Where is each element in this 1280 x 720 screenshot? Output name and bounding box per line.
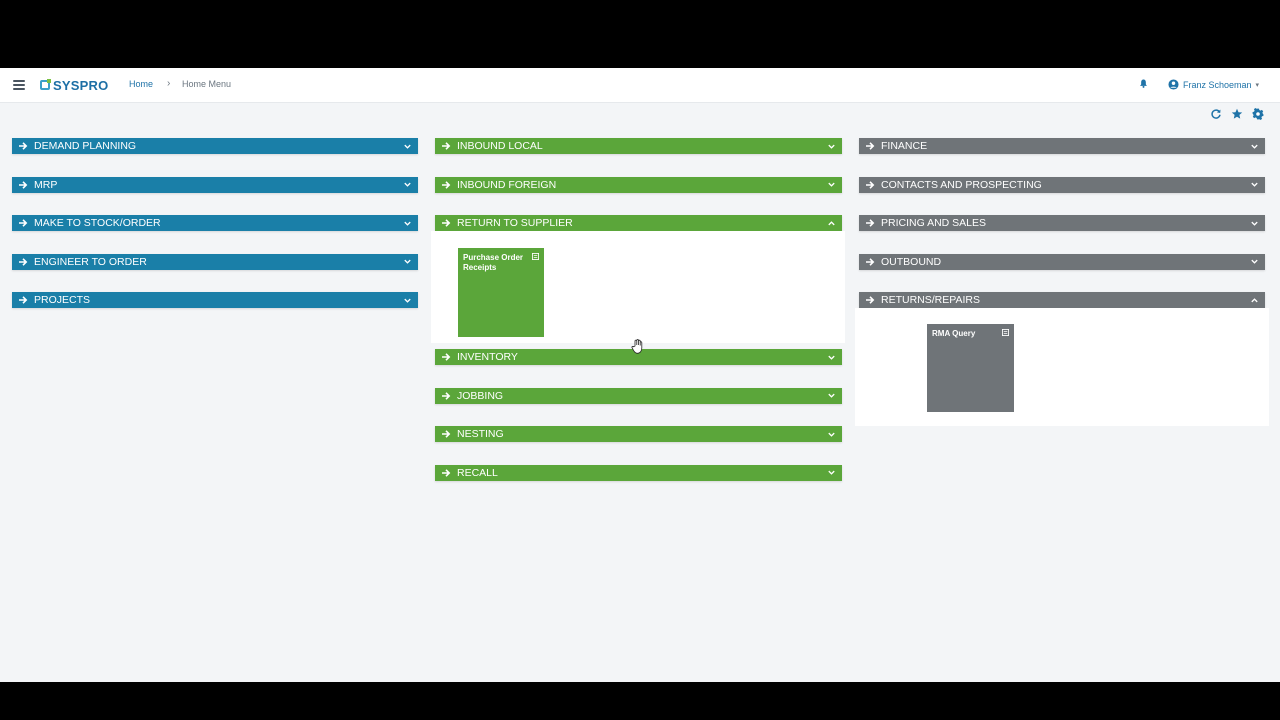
arrow-right-icon <box>442 142 451 150</box>
menu-inbound-foreign[interactable]: INBOUND FOREIGN <box>435 176 842 193</box>
menu-returns-repairs[interactable]: RETURNS/REPAIRS <box>859 292 1265 308</box>
chevron-down-icon[interactable] <box>403 142 412 151</box>
user-name: Franz Schoeman <box>1183 79 1252 90</box>
arrow-right-icon <box>442 180 451 189</box>
arrow-right-icon <box>19 142 28 150</box>
bell-icon[interactable] <box>1139 79 1148 88</box>
tile-title: RMA Query <box>932 329 976 338</box>
menu-label: INBOUND LOCAL <box>457 140 543 152</box>
menu-mrp[interactable]: MRP <box>12 176 418 193</box>
chevron-down-icon[interactable] <box>827 142 836 151</box>
star-icon[interactable] <box>1231 108 1243 120</box>
menu-pricing-and-sales[interactable]: PRICING AND SALES <box>859 215 1265 231</box>
arrow-right-icon <box>866 180 875 189</box>
syspro-logo[interactable]: SYSPRO <box>40 77 108 93</box>
gear-icon[interactable] <box>1252 108 1264 120</box>
menu-label: RETURNS/REPAIRS <box>881 294 980 306</box>
arrow-right-icon <box>19 219 28 227</box>
menu-contacts-and-prospecting[interactable]: CONTACTS AND PROSPECTING <box>859 176 1265 193</box>
chevron-down-icon[interactable] <box>1250 142 1259 151</box>
column-left: DEMAND PLANNING MRP MAKE TO STOCK/ORDER … <box>12 138 418 331</box>
arrow-right-icon <box>442 353 451 361</box>
breadcrumb-current: Home Menu <box>182 79 232 89</box>
arrow-right-icon <box>19 180 28 189</box>
chevron-down-icon[interactable] <box>827 391 836 400</box>
arrow-right-icon <box>866 296 875 304</box>
chevron-down-icon[interactable] <box>403 296 412 305</box>
column-middle: INBOUND LOCAL INBOUND FOREIGN RETURN TO … <box>431 138 845 503</box>
chevron-down-icon[interactable] <box>403 219 412 228</box>
menu-label: NESTING <box>457 428 504 440</box>
returns-repairs-panel: RMA Query <box>855 308 1269 426</box>
arrow-right-icon <box>442 219 451 227</box>
program-icon <box>532 253 539 260</box>
arrow-right-icon <box>442 468 451 477</box>
menu-demand-planning[interactable]: DEMAND PLANNING <box>12 138 418 154</box>
menu-label: MRP <box>34 178 58 191</box>
app-window: SYSPRO Home › Home Menu Franz Schoeman ▾ <box>0 68 1280 682</box>
arrow-right-icon <box>19 296 28 304</box>
menu-label: INBOUND FOREIGN <box>457 178 557 191</box>
logo-mark-icon <box>40 79 51 90</box>
menu-inbound-local[interactable]: INBOUND LOCAL <box>435 138 842 154</box>
chevron-up-icon[interactable] <box>1250 296 1259 305</box>
chevron-down-icon[interactable] <box>403 180 412 189</box>
arrow-right-icon <box>442 391 451 400</box>
chevron-up-icon[interactable] <box>827 219 836 228</box>
chevron-down-icon[interactable] <box>1250 180 1259 189</box>
menu-label: MAKE TO STOCK/ORDER <box>34 217 161 229</box>
column-right: FINANCE CONTACTS AND PROSPECTING PRICING… <box>855 138 1269 432</box>
menu-finance[interactable]: FINANCE <box>859 138 1265 154</box>
hand-cursor-icon <box>631 339 643 354</box>
arrow-right-icon <box>866 142 875 150</box>
menu-projects[interactable]: PROJECTS <box>12 292 418 308</box>
menu-label: FINANCE <box>881 140 928 152</box>
menu-label: DEMAND PLANNING <box>34 140 137 152</box>
menu-label: RETURN TO SUPPLIER <box>457 217 573 229</box>
user-menu[interactable]: Franz Schoeman ▾ <box>1168 79 1259 90</box>
menu-outbound[interactable]: OUTBOUND <box>859 253 1265 270</box>
chevron-down-icon[interactable] <box>827 468 836 477</box>
chevron-down-icon[interactable] <box>827 430 836 439</box>
menu-label: RECALL <box>457 466 498 479</box>
arrow-right-icon <box>442 430 451 438</box>
menu-nesting[interactable]: NESTING <box>435 426 842 442</box>
chevron-down-icon[interactable] <box>827 180 836 189</box>
breadcrumb-home[interactable]: Home <box>129 79 153 89</box>
page-toolbar <box>1210 108 1264 120</box>
menu-recall[interactable]: RECALL <box>435 464 842 481</box>
top-bar: SYSPRO Home › Home Menu Franz Schoeman ▾ <box>0 68 1280 103</box>
logo-text: SYSPRO <box>53 77 109 93</box>
menu-jobbing[interactable]: JOBBING <box>435 387 842 404</box>
menu-return-to-supplier[interactable]: RETURN TO SUPPLIER <box>435 215 842 231</box>
tile-rma-query[interactable]: RMA Query <box>927 324 1014 412</box>
chevron-down-icon[interactable] <box>1250 257 1259 266</box>
menu-make-to-stock-order[interactable]: MAKE TO STOCK/ORDER <box>12 215 418 231</box>
chevron-down-icon[interactable] <box>403 257 412 266</box>
menu-label: OUTBOUND <box>881 255 942 268</box>
refresh-icon[interactable] <box>1210 108 1222 120</box>
user-circle-icon <box>1168 79 1179 90</box>
program-icon <box>1002 329 1009 336</box>
chevron-down-icon[interactable] <box>827 353 836 362</box>
arrow-right-icon <box>866 257 875 266</box>
menu-label: ENGINEER TO ORDER <box>34 255 147 268</box>
menu-label: PROJECTS <box>34 294 91 306</box>
hamburger-icon[interactable] <box>13 80 25 90</box>
chevron-down-icon: ▾ <box>1255 81 1260 89</box>
menu-label: JOBBING <box>457 389 504 402</box>
menu-label: CONTACTS AND PROSPECTING <box>881 178 1042 191</box>
breadcrumb-separator: › <box>167 78 171 89</box>
menu-engineer-to-order[interactable]: ENGINEER TO ORDER <box>12 253 418 270</box>
chevron-down-icon[interactable] <box>1250 219 1259 228</box>
return-to-supplier-panel: Purchase Order Receipts <box>431 231 845 343</box>
tile-purchase-order-receipts[interactable]: Purchase Order Receipts <box>458 248 544 337</box>
menu-label: PRICING AND SALES <box>881 217 987 229</box>
tile-title: Purchase Order Receipts <box>463 253 524 272</box>
arrow-right-icon <box>866 219 875 227</box>
arrow-right-icon <box>19 257 28 266</box>
